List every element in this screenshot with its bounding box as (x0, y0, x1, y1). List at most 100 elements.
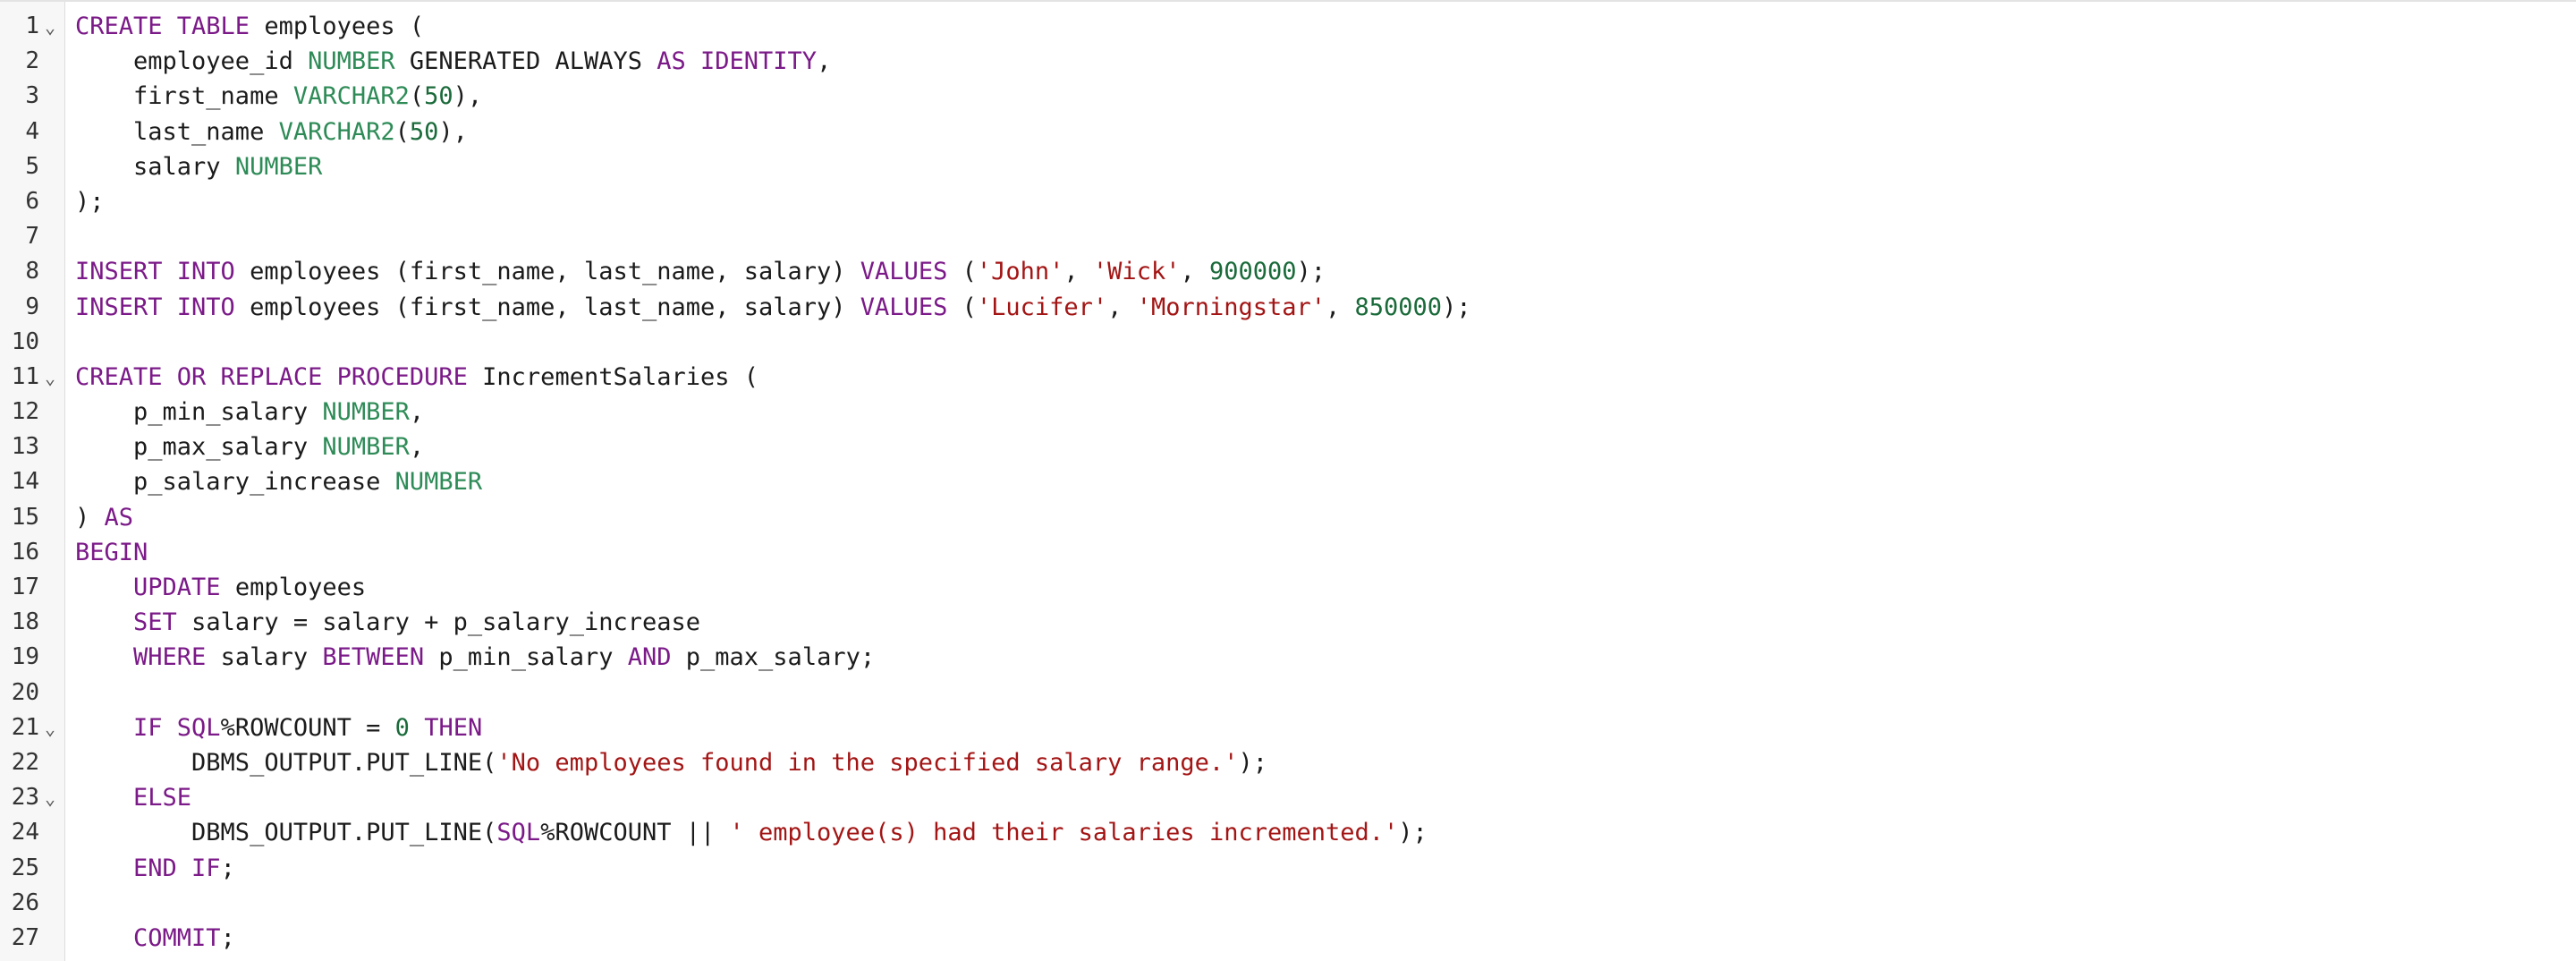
code-editor[interactable]: 1 ⌄ CREATE TABLE employees (2 employee_id … (0, 0, 2576, 961)
code-text[interactable]: first_name VARCHAR2(50), (75, 79, 482, 114)
code-line[interactable]: 3 first_name VARCHAR2(50), (0, 79, 2576, 114)
code-text[interactable]: INSERT INTO employees (first_name, last_… (75, 290, 1471, 325)
line-number: 15 (11, 503, 39, 531)
code-line[interactable]: 4 last_name VARCHAR2(50), (0, 115, 2576, 149)
code-line[interactable]: 19 WHERE salary BETWEEN p_min_salary AND… (0, 640, 2576, 675)
code-text[interactable]: ELSE (75, 780, 191, 815)
line-number: 10 (11, 327, 39, 355)
code-line[interactable]: 5 salary NUMBER (0, 149, 2576, 184)
code-line[interactable]: 1 ⌄ CREATE TABLE employees ( (0, 9, 2576, 44)
fold-chevron-icon[interactable]: ⌄ (45, 711, 59, 746)
code-text[interactable]: END IF; (75, 851, 235, 886)
code-line[interactable]: 7 (0, 219, 2576, 254)
code-text[interactable]: UPDATE employees (75, 570, 366, 605)
code-token: 50 (409, 117, 439, 146)
code-line[interactable]: 12 p_min_salary NUMBER, (0, 395, 2576, 429)
code-text[interactable]: SET salary = salary + p_salary_increase (75, 605, 700, 640)
code-token: ELSE (133, 784, 192, 812)
code-token: NUMBER (322, 433, 410, 462)
code-line[interactable]: 21 ⌄ IF SQL%ROWCOUNT = 0 THEN (0, 710, 2576, 745)
code-line[interactable]: 20 (0, 676, 2576, 710)
line-number: 24 (11, 819, 39, 846)
code-token: ), (453, 82, 483, 111)
code-text[interactable]: INSERT INTO employees (first_name, last_… (75, 254, 1326, 289)
code-token: GENERATED ALWAYS (394, 47, 657, 76)
code-line[interactable]: 6); (0, 184, 2576, 219)
code-token: employee_id (75, 47, 309, 76)
code-token: ( (409, 82, 425, 111)
code-text[interactable]: DBMS_OUTPUT.PUT_LINE(SQL%ROWCOUNT || ' e… (75, 815, 1428, 850)
code-token: ); (1238, 748, 1267, 777)
code-line[interactable]: 9 INSERT INTO employees (first_name, last… (0, 290, 2576, 325)
code-token: NUMBER (234, 152, 323, 181)
code-line[interactable]: 15) AS (0, 500, 2576, 535)
code-token: 'Lucifer' (976, 293, 1108, 321)
code-line[interactable]: 26 (0, 886, 2576, 921)
code-text[interactable]: salary NUMBER (75, 149, 322, 184)
code-token: salary (75, 152, 235, 181)
code-lines[interactable]: 1 ⌄ CREATE TABLE employees (2 employee_id … (0, 9, 2576, 956)
code-token: 'No employees found in the specified sal… (496, 748, 1239, 777)
line-number: 2 (25, 47, 39, 75)
code-token: p_max_salary (75, 433, 323, 462)
code-token: salary (206, 643, 323, 672)
code-text[interactable]: last_name VARCHAR2(50), (75, 115, 468, 149)
code-text[interactable]: employee_id NUMBER GENERATED ALWAYS AS I… (75, 44, 831, 79)
line-number: 12 (11, 398, 39, 426)
code-token: 'Wick' (1092, 258, 1181, 286)
code-token: first_name (75, 82, 293, 111)
code-text[interactable]: IF SQL%ROWCOUNT = 0 THEN (75, 710, 482, 745)
fold-chevron-icon[interactable]: ⌄ (45, 781, 59, 816)
line-number: 21 (11, 713, 39, 741)
code-token: , (1107, 293, 1137, 321)
code-line[interactable]: 13 p_max_salary NUMBER, (0, 429, 2576, 464)
code-token: AS IDENTITY (657, 47, 818, 76)
code-line[interactable]: 10 (0, 325, 2576, 360)
code-text[interactable]: DBMS_OUTPUT.PUT_LINE('No employees found… (75, 745, 1267, 780)
code-line[interactable]: 24 DBMS_OUTPUT.PUT_LINE(SQL%ROWCOUNT || … (0, 815, 2576, 850)
code-token: SQL (496, 819, 541, 847)
fold-chevron-icon[interactable]: ⌄ (45, 361, 59, 395)
code-token: VALUES (860, 258, 948, 286)
code-text[interactable]: COMMIT; (75, 921, 235, 956)
code-line[interactable]: 23 ⌄ ELSE (0, 780, 2576, 815)
code-line[interactable]: 8 INSERT INTO employees (first_name, last… (0, 254, 2576, 289)
code-line[interactable]: 22 DBMS_OUTPUT.PUT_LINE('No employees fo… (0, 745, 2576, 780)
code-text[interactable]: p_min_salary NUMBER, (75, 395, 424, 429)
code-line[interactable]: 27 COMMIT; (0, 921, 2576, 956)
code-line[interactable]: 16 BEGIN (0, 535, 2576, 570)
code-token: ) (75, 503, 105, 532)
code-token: CREATE TABLE (75, 13, 250, 40)
code-line[interactable]: 2 employee_id NUMBER GENERATED ALWAYS AS… (0, 44, 2576, 79)
code-text[interactable]: CREATE OR REPLACE PROCEDURE IncrementSal… (75, 360, 758, 395)
code-token: , (1326, 293, 1355, 321)
code-line[interactable]: 17 UPDATE employees (0, 570, 2576, 605)
code-line[interactable]: 18 SET salary = salary + p_salary_increa… (0, 605, 2576, 640)
code-token: CREATE OR REPLACE PROCEDURE (75, 362, 468, 391)
line-number: 22 (11, 748, 39, 776)
code-text[interactable]: ); (75, 184, 105, 219)
code-token: ( (394, 117, 410, 146)
code-text[interactable]: ) AS (75, 500, 133, 535)
line-number: 19 (11, 643, 39, 671)
code-token: %ROWCOUNT || (540, 819, 730, 847)
code-line[interactable]: 25 END IF; (0, 851, 2576, 886)
code-token: AND (627, 643, 672, 672)
code-token: AS (104, 503, 134, 532)
code-text[interactable]: p_max_salary NUMBER, (75, 429, 424, 464)
line-number: 4 (25, 117, 39, 145)
code-text[interactable]: p_salary_increase NUMBER (75, 464, 482, 499)
code-text[interactable]: CREATE TABLE employees ( (75, 9, 424, 44)
code-text[interactable]: WHERE salary BETWEEN p_min_salary AND p_… (75, 640, 875, 675)
code-line[interactable]: 14 p_salary_increase NUMBER (0, 464, 2576, 499)
code-token: ; (220, 923, 235, 952)
code-line[interactable]: 11 ⌄ CREATE OR REPLACE PROCEDURE Increment… (0, 360, 2576, 395)
code-token: employees (first_name, last_name, salary… (234, 293, 860, 321)
fold-chevron-icon[interactable]: ⌄ (45, 10, 59, 45)
code-text[interactable]: BEGIN (75, 535, 148, 570)
code-token: ( (947, 258, 977, 286)
